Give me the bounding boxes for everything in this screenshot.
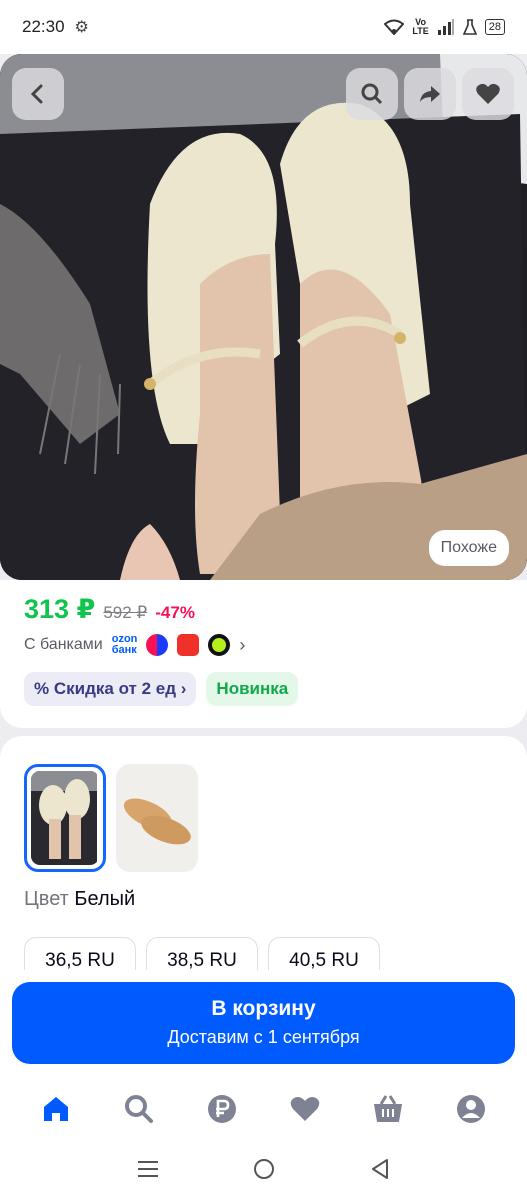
color-thumb-beige[interactable] [116,764,198,872]
delivery-date: Доставим с 1 сентября [167,1027,360,1047]
nav-profile[interactable] [451,1089,491,1129]
network-type: Vo LTE [412,17,429,36]
add-to-cart-button[interactable]: В корзину Доставим с 1 сентября [12,982,515,1064]
share-button[interactable] [404,68,456,120]
back-icon [30,84,43,104]
signal-icon [437,19,454,35]
nav-favorites[interactable] [285,1089,325,1129]
sbp-bank-icon [146,634,169,656]
profile-icon [457,1095,486,1123]
home-icon [43,1097,68,1121]
search-icon [361,83,383,105]
thumb-image-white [31,771,99,865]
similar-button[interactable]: Похоже [428,530,509,566]
product-photo[interactable]: Похоже [0,54,527,580]
bulk-discount-chip[interactable]: % Скидка от 2 ед › [24,672,197,706]
cart-title: В корзину [211,997,316,1020]
cart-bar: В корзину Доставим с 1 сентября [0,970,527,1080]
status-icons: Vo LTE 28 [384,18,505,36]
nav-finance[interactable] [202,1089,242,1129]
gear-icon: ⚙ [74,19,89,36]
nav-home[interactable] [36,1089,76,1129]
flask-icon [462,19,477,35]
favorite-button[interactable] [462,68,514,120]
color-row: Цвет Белый [24,888,503,911]
heart-icon [290,1097,320,1121]
old-price: 592 ₽ [103,603,148,622]
bottom-nav [0,1080,527,1138]
menu-icon[interactable] [137,1160,159,1178]
color-value: Белый [74,888,136,910]
system-nav [0,1138,527,1200]
new-badge: Новинка [206,672,299,706]
share-icon [420,86,440,102]
color-thumb-white[interactable] [24,764,106,872]
price-row: 313 ₽ 592 ₽ -47% [24,594,503,625]
search-icon [124,1095,153,1123]
product-image [0,54,527,580]
status-time: 22:30 [22,17,65,36]
green-bank-icon [208,634,231,656]
promo-chips: % Скидка от 2 ед › Новинка [24,672,503,706]
chevron-right-icon: › [180,679,187,698]
banks-row[interactable]: С банками ozon банк › [24,634,503,656]
nav-cart[interactable] [368,1089,408,1129]
wifi-icon [384,19,405,35]
current-price: 313 ₽ [24,594,96,624]
chevron-right-icon: › [239,634,246,655]
back-triangle-icon[interactable] [370,1158,390,1180]
color-thumbnails [24,764,503,872]
basket-icon [374,1095,403,1122]
percent-icon: % [34,679,50,698]
home-circle-icon[interactable] [253,1158,275,1180]
status-bar: 22:30 ⚙ Vo LTE 28 [0,0,527,54]
thumb-image-beige [116,764,198,872]
nav-search[interactable] [119,1089,159,1129]
price-card: 313 ₽ 592 ₽ -47% С банками ozon банк › % … [0,580,527,728]
ozon-bank-logo: ozon банк [111,633,138,656]
color-label: Цвет [24,888,69,910]
alfa-bank-icon [177,634,200,656]
bulk-discount-label: Скидка от 2 ед [53,679,177,698]
heart-icon [476,83,500,104]
search-button[interactable] [346,68,398,120]
discount-percent: -47% [155,603,195,622]
battery-icon: 28 [484,19,505,35]
back-button[interactable] [12,68,64,120]
ruble-icon [207,1095,236,1123]
banks-label: С банками [24,636,103,653]
